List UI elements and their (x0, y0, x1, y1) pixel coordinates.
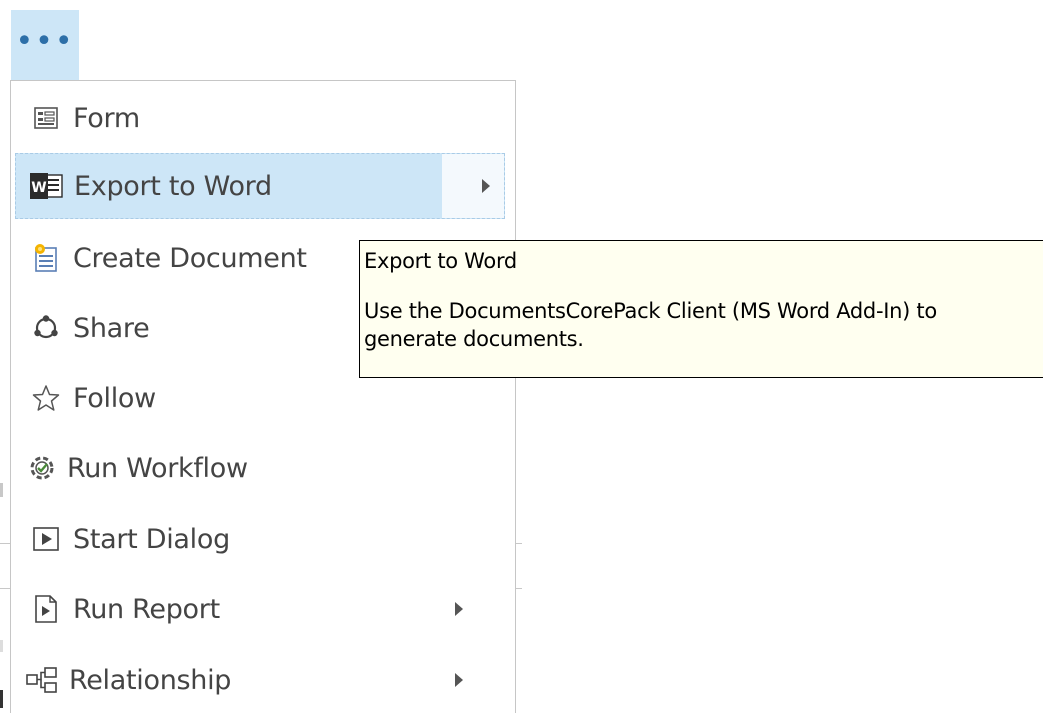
menu-item-label: Follow (73, 382, 156, 414)
menu-item-label: Share (73, 312, 150, 344)
menu-item-label: Run Workflow (67, 452, 248, 484)
background-divider (0, 690, 3, 708)
menu-item-run-workflow[interactable]: Run Workflow (15, 435, 505, 501)
chevron-right-icon (455, 673, 463, 687)
menu-item-label: Run Report (73, 593, 220, 625)
form-icon (29, 101, 63, 135)
word-icon: W (30, 169, 64, 203)
dialog-icon (29, 522, 63, 556)
menu-item-label: Start Dialog (73, 523, 230, 555)
workflow-icon (25, 451, 59, 485)
screen: ••• Form W Export to Word Create Documen… (0, 0, 1043, 713)
chevron-right-icon (455, 602, 463, 616)
menu-item-run-report[interactable]: Run Report (15, 576, 505, 642)
report-icon (29, 592, 63, 626)
more-commands-button[interactable]: ••• (11, 10, 79, 82)
background-divider (0, 543, 10, 544)
tooltip: Export to Word Use the DocumentsCorePack… (359, 240, 1043, 378)
background-divider (0, 483, 3, 497)
relationship-icon (25, 663, 59, 697)
svg-text:W: W (31, 180, 46, 196)
menu-item-label: Form (73, 102, 140, 134)
menu-item-relationship[interactable]: Relationship (15, 647, 505, 713)
tooltip-body-line: Use the DocumentsCorePack Client (MS Wor… (364, 299, 937, 323)
share-icon (29, 311, 63, 345)
more-icon: ••• (15, 24, 75, 59)
tooltip-title: Export to Word (364, 249, 517, 273)
star-icon (29, 381, 63, 415)
menu-item-export-to-word[interactable]: W Export to Word (15, 153, 505, 219)
background-divider (516, 543, 522, 544)
menu-item-label: Export to Word (74, 170, 272, 202)
background-divider (0, 640, 3, 652)
tooltip-body-line: generate documents. (364, 327, 584, 351)
more-commands-menu: Form W Export to Word Create Document Sh… (10, 80, 516, 713)
menu-item-form[interactable]: Form (15, 85, 505, 151)
background-divider (516, 588, 522, 589)
chevron-right-icon (482, 179, 490, 193)
menu-item-start-dialog[interactable]: Start Dialog (15, 506, 505, 572)
background-divider (0, 588, 10, 589)
create-document-icon (29, 241, 63, 275)
submenu-expander[interactable] (441, 154, 504, 218)
menu-item-label: Relationship (69, 664, 232, 696)
menu-item-label: Create Document (73, 242, 307, 274)
